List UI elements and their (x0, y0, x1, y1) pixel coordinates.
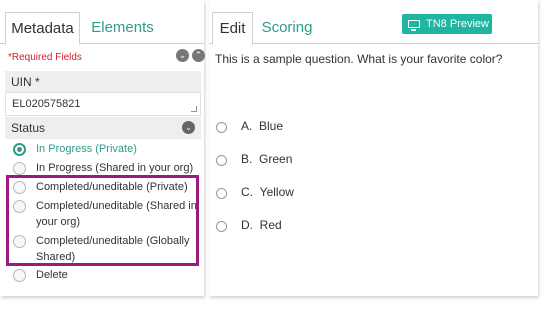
editor-panel: Edit Scoring (209, 0, 538, 296)
monitor-icon (408, 20, 420, 31)
tab-edit[interactable]: Edit (212, 12, 253, 45)
uin-value: EL020575821 (12, 98, 81, 110)
left-tabbar: Metadata Elements (0, 12, 204, 45)
question-text: This is a sample question. What is your … (215, 52, 503, 66)
status-radio-delete[interactable] (13, 269, 26, 282)
preview-label: TN8 Preview (426, 18, 489, 30)
uin-field[interactable]: EL020575821 (5, 92, 201, 116)
answer-radio-d[interactable] (216, 221, 227, 232)
status-option-label: In Progress (Shared in your org) (36, 162, 194, 174)
answer-c: C. Yellow (241, 185, 294, 199)
status-radio-in-progress-shared[interactable] (13, 162, 26, 175)
chevron-down-icon[interactable]: ⌄ (182, 121, 195, 134)
metadata-panel: Metadata Elements *Required Fields ⌄ ⌃ U… (0, 0, 205, 296)
completed-options-highlight (6, 175, 199, 266)
answer-radio-c[interactable] (216, 188, 227, 199)
tab-scoring[interactable]: Scoring (257, 12, 317, 45)
answer-d: D. Red (241, 218, 282, 232)
tab-elements[interactable]: Elements (85, 12, 160, 45)
answer-radio-b[interactable] (216, 155, 227, 166)
expand-all-icon[interactable]: ⌃ (192, 49, 205, 62)
answer-radio-a[interactable] (216, 122, 227, 133)
status-label: Status (11, 121, 46, 135)
resize-grip-icon[interactable] (191, 106, 197, 112)
required-row: *Required Fields ⌄ ⌃ (8, 49, 205, 63)
required-fields-note: *Required Fields (8, 52, 82, 63)
answer-a: A. Blue (241, 119, 284, 133)
tn8-preview-button[interactable]: TN8 Preview (402, 14, 492, 34)
tab-metadata[interactable]: Metadata (5, 12, 80, 45)
collapse-all-icon[interactable]: ⌄ (176, 49, 189, 62)
status-option-label: Delete (36, 269, 68, 281)
answer-b: B. Green (241, 152, 293, 166)
status-option-label: In Progress (Private) (36, 143, 137, 155)
status-label-row[interactable]: Status ⌄ (5, 117, 201, 139)
uin-label: UIN * (5, 71, 201, 93)
status-radio-in-progress-private[interactable] (13, 143, 26, 156)
